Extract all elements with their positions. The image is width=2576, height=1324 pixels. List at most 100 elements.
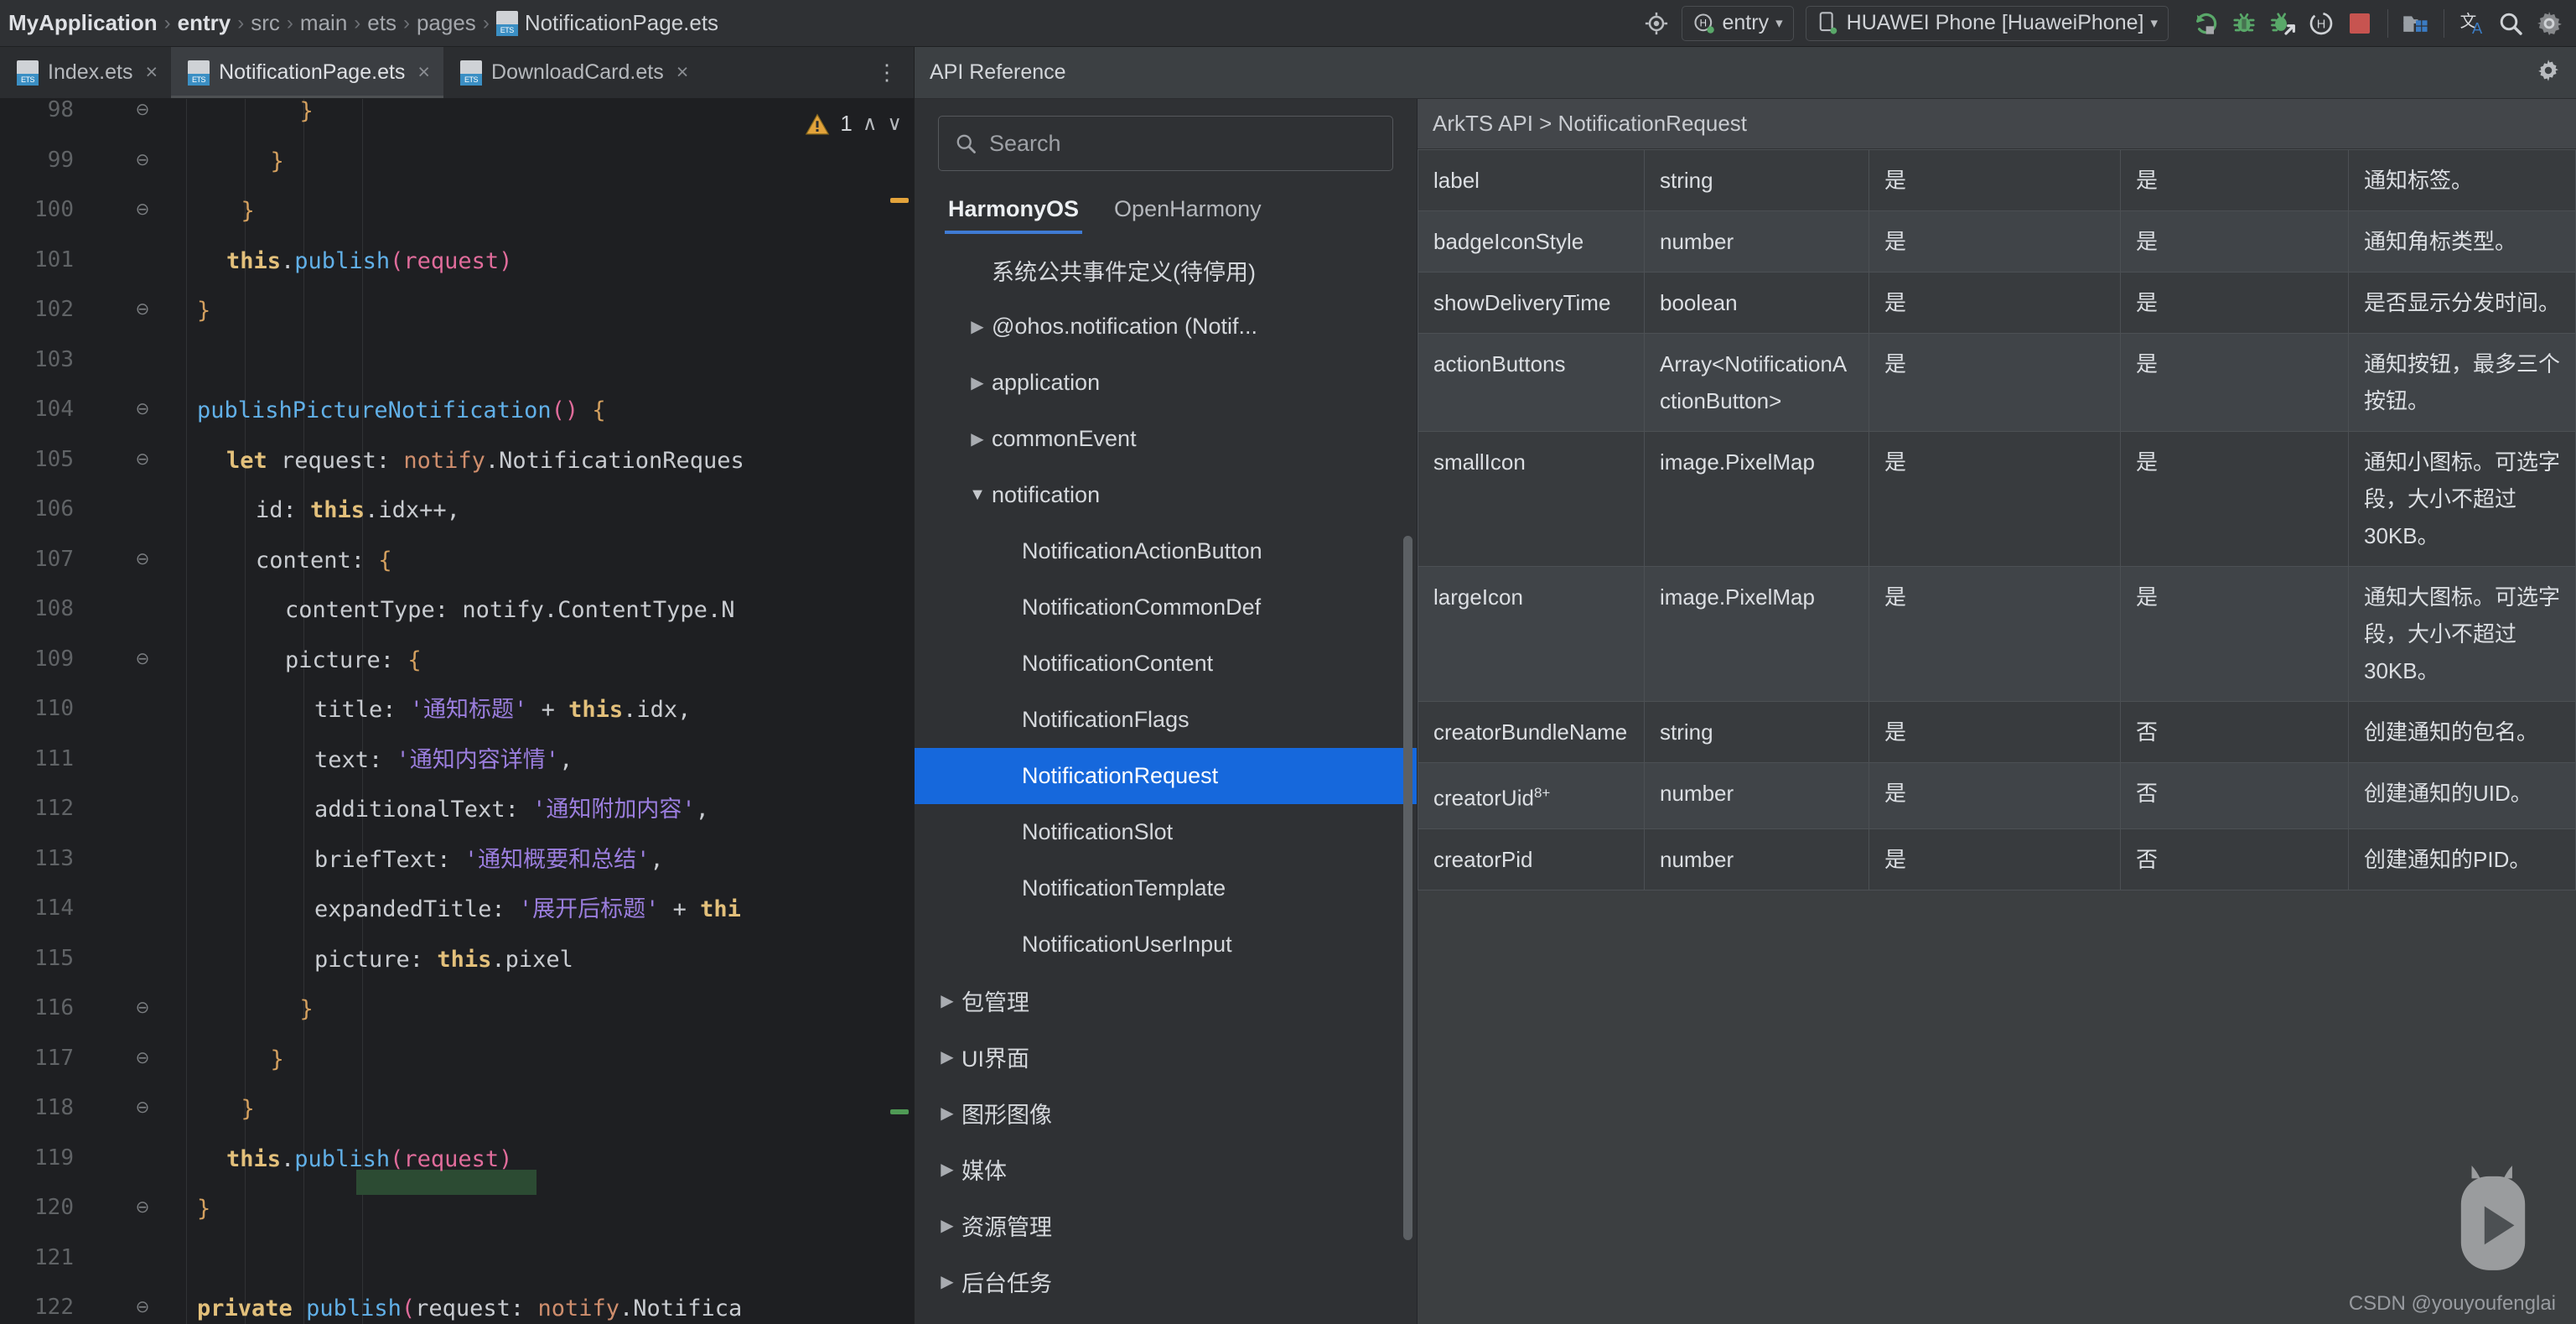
code-text-area[interactable]: }}} this.publish(request)} publishPictureN… xyxy=(168,99,914,1324)
code-line[interactable]: } xyxy=(241,1097,255,1122)
api-source-tab[interactable]: HarmonyOS xyxy=(944,196,1083,234)
profiler-icon[interactable]: H xyxy=(2303,5,2340,42)
code-line[interactable]: let request: notify.NotificationReques xyxy=(226,448,744,474)
code-line[interactable]: } xyxy=(271,1046,284,1072)
editor-scrollbar[interactable] xyxy=(909,99,914,1324)
code-fold-toggle[interactable]: ⊖ xyxy=(132,99,153,119)
breadcrumb-item[interactable]: main xyxy=(295,10,352,36)
search-input[interactable]: Search xyxy=(938,116,1393,171)
run-configuration-selector[interactable]: H entry ▾ xyxy=(1681,5,1794,41)
code-line[interactable]: title: '通知标题' + this.idx, xyxy=(314,698,691,723)
code-line[interactable]: picture: { xyxy=(285,647,422,673)
api-tree[interactable]: 系统公共事件定义(待停用) ▶ @ohos.notification (Notif.… xyxy=(915,234,1417,1324)
chevron-right-icon[interactable]: ▶ xyxy=(933,990,961,1011)
close-icon[interactable]: × xyxy=(417,60,430,85)
stop-icon[interactable] xyxy=(2341,5,2378,42)
code-line[interactable]: this.publish(request) xyxy=(226,248,512,274)
chevron-down-icon[interactable]: ▼ xyxy=(963,485,992,505)
close-icon[interactable]: × xyxy=(676,60,689,85)
api-source-tab[interactable]: OpenHarmony xyxy=(1114,196,1262,234)
project-structure-icon[interactable] xyxy=(2397,5,2434,42)
scrollbar-warning-mark[interactable] xyxy=(890,198,909,203)
code-line[interactable]: picture: this.pixel xyxy=(314,947,573,973)
attach-debugger-icon[interactable] xyxy=(2264,5,2301,42)
code-fold-toggle[interactable]: ⊖ xyxy=(132,1097,153,1117)
chevron-right-icon[interactable]: ▶ xyxy=(933,1159,961,1180)
breadcrumb-item[interactable]: ets xyxy=(362,10,402,36)
chevron-right-icon[interactable]: ▶ xyxy=(963,372,992,393)
code-line[interactable]: } xyxy=(197,299,210,324)
code-line[interactable]: } xyxy=(241,199,255,224)
code-line[interactable]: contentType: notify.ContentType.N xyxy=(285,598,734,623)
code-line[interactable]: } xyxy=(271,148,284,174)
api-tree-item[interactable]: ▶ @ohos.notification (Notif... xyxy=(915,299,1417,355)
device-selector[interactable]: HUAWEI Phone [HuaweiPhone] ▾ xyxy=(1805,5,2169,41)
code-line[interactable]: publishPictureNotification() { xyxy=(197,398,606,423)
tree-scrollbar[interactable] xyxy=(1403,536,1412,1240)
chevron-right-icon[interactable]: ▶ xyxy=(933,1215,961,1236)
api-tree-item[interactable]: NotificationActionButton xyxy=(915,523,1417,579)
api-tree-item[interactable]: NotificationRequest xyxy=(915,748,1417,804)
breadcrumb-item[interactable]: MyApplication xyxy=(3,10,163,36)
api-tree-item[interactable]: ▶ 媒体 xyxy=(915,1141,1417,1197)
tab-overflow-menu-icon[interactable]: ⋮ xyxy=(861,47,914,98)
code-fold-toggle[interactable]: ⊖ xyxy=(132,299,153,319)
settings-icon[interactable] xyxy=(2531,5,2568,42)
code-fold-toggle[interactable]: ⊖ xyxy=(132,548,153,569)
gear-icon[interactable] xyxy=(2536,58,2561,87)
code-line[interactable]: text: '通知内容详情', xyxy=(314,747,573,773)
api-tree-item[interactable]: NotificationCommonDef xyxy=(915,579,1417,636)
api-tree-item[interactable]: ▶ commonEvent xyxy=(915,411,1417,467)
next-problem-icon[interactable]: ∨ xyxy=(887,112,902,136)
editor-tab[interactable]: Index.ets × xyxy=(0,47,171,98)
api-tree-item[interactable]: ▶ 图形图像 xyxy=(915,1085,1417,1141)
breadcrumb-item[interactable]: entry xyxy=(173,10,236,36)
run-icon[interactable] xyxy=(2187,5,2224,42)
debug-icon[interactable] xyxy=(2226,5,2262,42)
api-tree-item[interactable]: ▶ 资源管理 xyxy=(915,1197,1417,1254)
api-tree-item[interactable]: NotificationFlags xyxy=(915,692,1417,748)
code-line[interactable]: } xyxy=(300,99,314,124)
code-fold-toggle[interactable]: ⊖ xyxy=(132,398,153,418)
close-icon[interactable]: × xyxy=(145,60,158,85)
code-line[interactable]: expandedTitle: '展开后标题' + thi xyxy=(314,897,741,922)
chevron-right-icon[interactable]: ▶ xyxy=(933,1271,961,1292)
code-fold-toggle[interactable]: ⊖ xyxy=(132,199,153,219)
code-fold-toggle[interactable]: ⊖ xyxy=(132,449,153,469)
api-tree-item[interactable]: NotificationUserInput xyxy=(915,916,1417,973)
api-tree-item[interactable]: ▼ notification xyxy=(915,467,1417,523)
code-fold-toggle[interactable]: ⊖ xyxy=(132,1047,153,1067)
code-editor[interactable]: 98 ⊖ 99 ⊖ 100 ⊖ 101 102 ⊖ 103 104 ⊖ 105 ⊖ 106 107 ⊖ 108 10… xyxy=(0,99,914,1324)
previous-problem-icon[interactable]: ∧ xyxy=(863,112,878,136)
scrollbar-change-mark[interactable] xyxy=(890,1109,909,1114)
api-tree-item[interactable]: 系统公共事件定义(待停用) xyxy=(915,242,1417,299)
api-tree-item[interactable]: ▶ 后台任务 xyxy=(915,1254,1417,1310)
chevron-right-icon[interactable]: ▶ xyxy=(933,1103,961,1124)
code-fold-toggle[interactable]: ⊖ xyxy=(132,648,153,668)
code-fold-toggle[interactable]: ⊖ xyxy=(132,997,153,1017)
inspection-widget[interactable]: 1 ∧ ∨ xyxy=(805,111,902,137)
device-manager-icon[interactable] xyxy=(1638,5,1675,42)
code-line[interactable]: content: { xyxy=(256,548,392,574)
api-tree-item[interactable]: ▶ UI界面 xyxy=(915,1029,1417,1085)
api-tree-item[interactable]: NotificationSlot xyxy=(915,804,1417,860)
editor-tab[interactable]: DownloadCard.ets × xyxy=(443,47,702,98)
code-line[interactable]: briefText: '通知概要和总结', xyxy=(314,847,664,873)
chevron-right-icon[interactable]: ▶ xyxy=(963,428,992,449)
breadcrumb-item[interactable]: src xyxy=(246,10,285,36)
editor-gutter[interactable]: 98 ⊖ 99 ⊖ 100 ⊖ 101 102 ⊖ 103 104 ⊖ 105 ⊖ 106 107 ⊖ 108 10… xyxy=(0,99,168,1324)
code-fold-toggle[interactable]: ⊖ xyxy=(132,1197,153,1217)
search-everywhere-icon[interactable] xyxy=(2492,5,2529,42)
api-tree-item[interactable]: NotificationTemplate xyxy=(915,860,1417,916)
breadcrumb-item[interactable]: pages xyxy=(412,10,481,36)
translate-icon[interactable]: 文 A xyxy=(2454,5,2490,42)
code-fold-toggle[interactable]: ⊖ xyxy=(132,149,153,169)
code-line[interactable]: } xyxy=(197,1197,210,1222)
code-line[interactable]: additionalText: '通知附加内容', xyxy=(314,797,709,823)
code-line[interactable]: } xyxy=(300,997,314,1022)
chevron-right-icon[interactable]: ▶ xyxy=(963,316,992,337)
api-tree-item[interactable]: ▶ 包管理 xyxy=(915,973,1417,1029)
api-tree-item[interactable]: ▶安全 xyxy=(915,1310,1417,1324)
code-fold-toggle[interactable]: ⊖ xyxy=(132,1296,153,1316)
code-line[interactable]: id: this.idx++, xyxy=(256,498,460,523)
